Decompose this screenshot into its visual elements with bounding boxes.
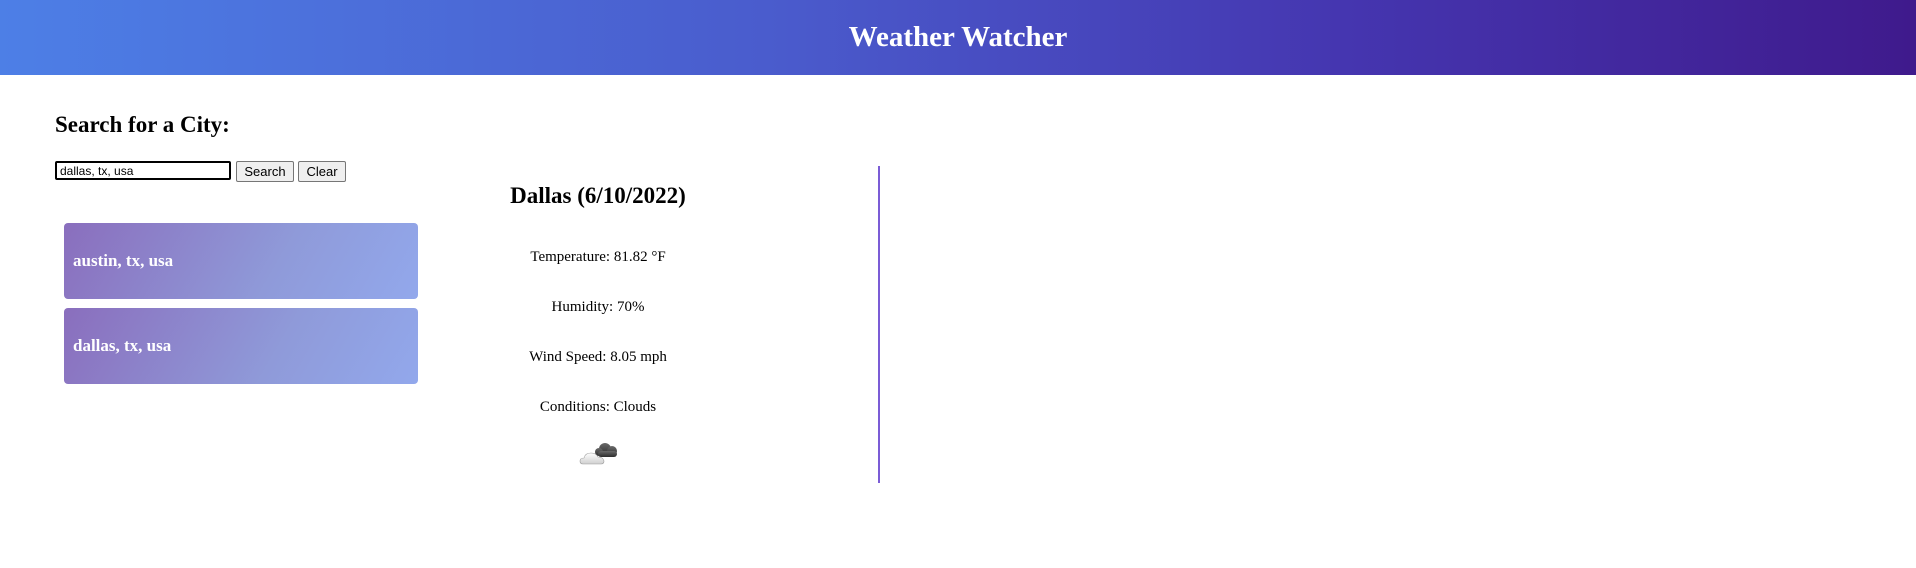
history-item-label: dallas, tx, usa [73, 336, 172, 355]
section-divider [878, 166, 880, 483]
app-title: Weather Watcher [848, 21, 1068, 53]
current-weather-header: Dallas (6/10/2022) [448, 183, 748, 209]
wind-speed-text: Wind Speed: 8.05 mph [529, 349, 667, 365]
app-header: Weather Watcher [0, 0, 1916, 75]
history-item-label: austin, tx, usa [73, 251, 174, 270]
history-item-dallas[interactable]: dallas, tx, usa [64, 308, 418, 384]
search-button[interactable]: Search [236, 161, 294, 182]
history-item-austin[interactable]: austin, tx, usa [64, 223, 418, 299]
humidity-text: Humidity: 70% [551, 299, 645, 315]
clear-button[interactable]: Clear [298, 161, 346, 182]
conditions-text: Conditions: Clouds [539, 399, 657, 415]
temperature-text: Temperature: 81.82 °F [530, 249, 666, 265]
city-search-input[interactable] [55, 161, 231, 180]
search-heading: Search for a City: [55, 112, 230, 137]
current-weather-title: Dallas (6/10/2022) [510, 183, 686, 208]
clouds-icon [578, 439, 622, 469]
